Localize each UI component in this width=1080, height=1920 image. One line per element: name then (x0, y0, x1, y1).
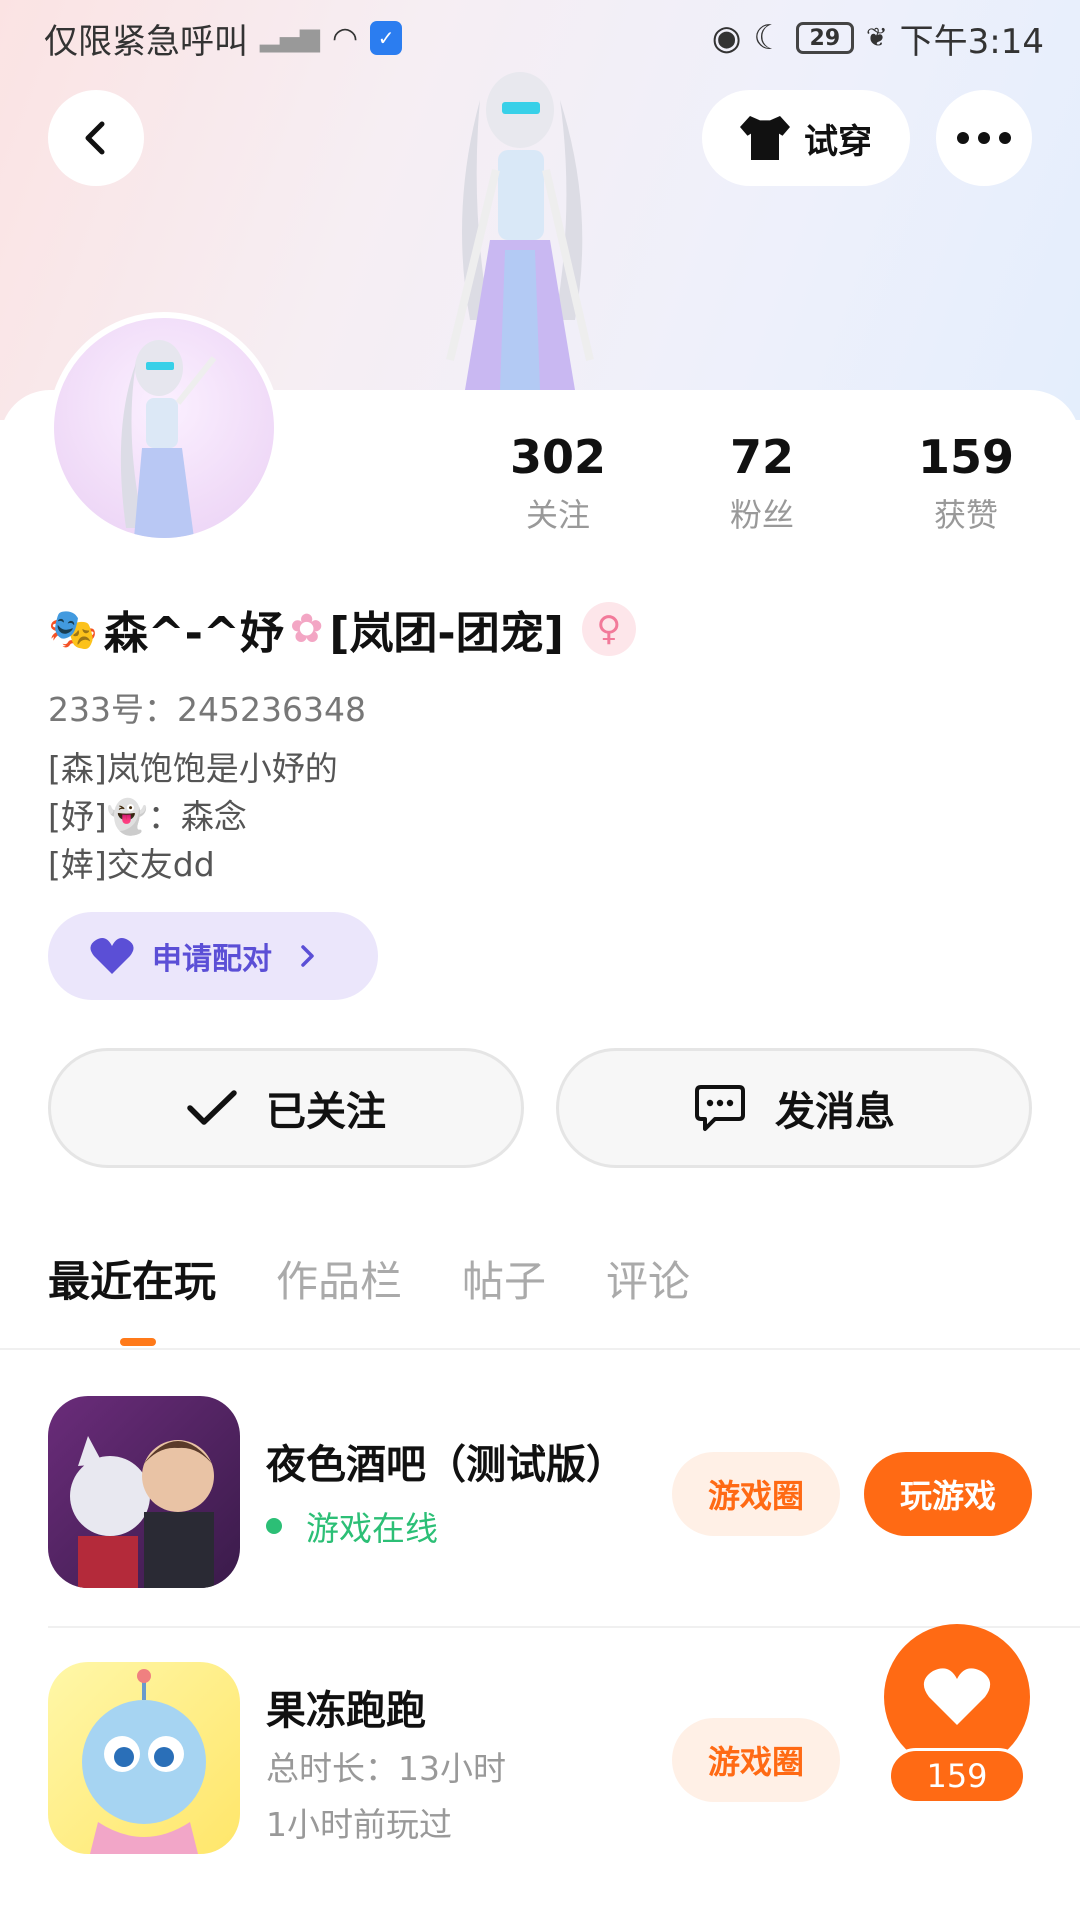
send-message-label: 发消息 (775, 1089, 895, 1135)
wifi-icon: ◠ (332, 20, 359, 56)
heart-icon (923, 1668, 991, 1725)
checkmark-icon (187, 1090, 237, 1125)
followed-button[interactable]: 已关注 (48, 1048, 524, 1168)
shield-icon: ✓ (370, 21, 403, 55)
battery-icon: 29 (795, 22, 854, 54)
profile-bio: [森]岚饱饱是小妤的 [妤]👻：森念 [婞]交友dd (48, 745, 338, 889)
tabs-divider (0, 1348, 1080, 1350)
request-pair-label: 申请配对 (152, 942, 272, 977)
back-button[interactable] (48, 90, 144, 186)
ellipsis-icon (957, 132, 1011, 144)
followed-label: 已关注 (266, 1089, 386, 1135)
game-icon-jelly-run (48, 1662, 240, 1854)
like-count-badge: 159 (888, 1748, 1026, 1804)
heart-icon (90, 938, 134, 974)
avatar-figure-image (446, 72, 594, 390)
stat-following[interactable]: 302 关注 (478, 430, 638, 536)
active-tab-indicator (120, 1338, 156, 1346)
leaf-icon: ❦ (865, 23, 888, 53)
clock-time: 下午3:14 (899, 21, 1044, 62)
stat-value: 159 (917, 430, 1015, 484)
more-options-button[interactable] (936, 90, 1032, 186)
bio-line: [婞]交友dd (48, 845, 215, 884)
tab-works[interactable]: 作品栏 (276, 1248, 402, 1318)
try-on-button[interactable]: 试穿 (702, 90, 910, 186)
moon-icon: ☾ (753, 18, 784, 58)
stat-followers[interactable]: 72 粉丝 (682, 430, 842, 536)
tab-posts[interactable]: 帖子 (462, 1248, 546, 1318)
send-message-button[interactable]: 发消息 (556, 1048, 1032, 1168)
game-status-label: 游戏在线 (306, 1509, 438, 1548)
eye-icon: ◉ (711, 18, 742, 58)
bio-line: [妤]👻：森念 (48, 797, 247, 836)
flower-icon: ✿ (289, 606, 324, 652)
profile-tabs: 最近在玩 作品栏 帖子 评论 (48, 1248, 690, 1318)
game-list-item[interactable]: 夜色酒吧（测试版） 游戏在线 游戏圈 玩游戏 (48, 1396, 1080, 1592)
stat-value: 72 (729, 430, 794, 484)
stat-likes[interactable]: 159 获赞 (886, 430, 1046, 536)
stat-value: 302 (509, 430, 607, 484)
chevron-left-icon (85, 121, 105, 155)
bio-line: [森]岚饱饱是小妤的 (48, 749, 338, 788)
online-dot-icon (266, 1518, 282, 1534)
list-divider (48, 1626, 1080, 1628)
game-online-status: 游戏在线 (266, 1502, 438, 1550)
game-play-duration: 总时长：13小时 (266, 1749, 506, 1788)
profile-name-row: 🎭 森^-^妤 ✿ [岚团-团宠] ♀ (48, 596, 636, 662)
stat-label: 获赞 (933, 496, 998, 534)
chevron-right-icon (301, 945, 314, 967)
request-pair-button[interactable]: 申请配对 (48, 912, 378, 1000)
tab-recently-played[interactable]: 最近在玩 (48, 1248, 216, 1318)
signal-icon: ▂▄▆ (260, 23, 320, 53)
play-game-button[interactable]: 玩游戏 (864, 1452, 1032, 1536)
game-last-played: 1小时前玩过 (266, 1805, 452, 1844)
stat-label: 粉丝 (729, 496, 794, 534)
try-on-label: 试穿 (804, 121, 872, 162)
game-icon-night-bar (48, 1396, 240, 1588)
status-bar: 仅限紧急呼叫 ▂▄▆ ◠ ✓ ◉ ☾ 29 ❦ 下午3:14 (0, 0, 1080, 76)
game-circle-button[interactable]: 游戏圈 (672, 1718, 840, 1802)
game-circle-button[interactable]: 游戏圈 (672, 1452, 840, 1536)
carrier-text: 仅限紧急呼叫 (44, 21, 248, 62)
theater-masks-icon: 🎭 (48, 606, 98, 653)
game-title: 夜色酒吧（测试版） (266, 1442, 626, 1488)
profile-name-suffix: [岚团-团宠] (329, 608, 564, 659)
profile-stats: 302 关注 72 粉丝 159 获赞 (0, 430, 1080, 550)
stat-label: 关注 (525, 496, 590, 534)
game-art-icon (70, 1436, 214, 1588)
profile-name: 森^-^妤 (103, 608, 284, 659)
tab-comments[interactable]: 评论 (606, 1248, 690, 1318)
user-id[interactable]: 233号：245236348 (48, 683, 366, 731)
chat-bubble-icon (695, 1085, 745, 1131)
female-gender-icon: ♀ (581, 602, 636, 656)
game-art-icon (82, 1669, 206, 1854)
game-title: 果冻跑跑 (266, 1688, 426, 1734)
tshirt-icon (740, 116, 790, 160)
